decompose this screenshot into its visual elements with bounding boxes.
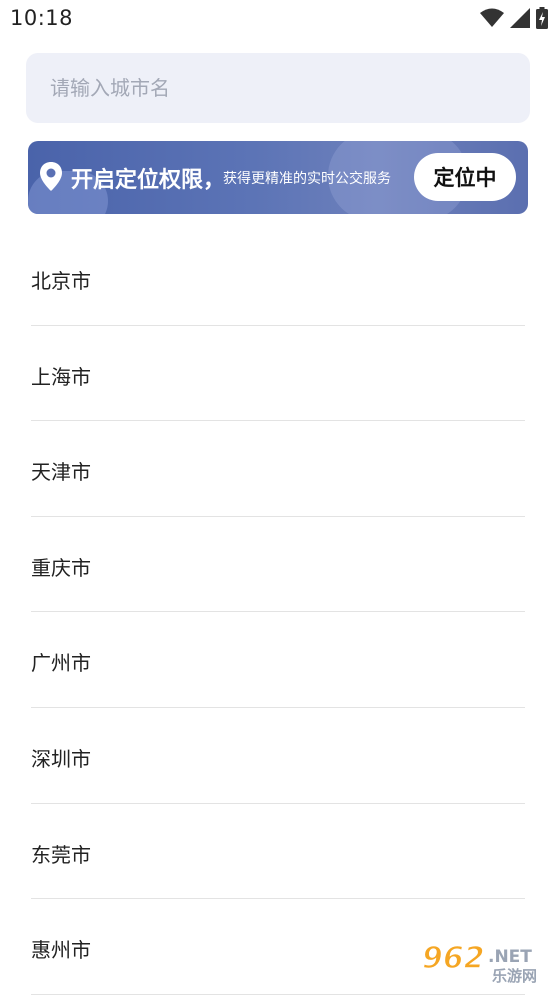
city-name: 天津市 <box>31 460 91 485</box>
signal-icon <box>510 8 530 28</box>
city-name: 广州市 <box>31 651 91 676</box>
watermark-cn: 乐游网 <box>492 967 537 984</box>
city-search-input[interactable] <box>26 53 530 123</box>
city-name: 深圳市 <box>31 746 91 771</box>
watermark-suffix: .NET <box>488 947 532 967</box>
city-list-item[interactable]: 上海市 <box>0 326 556 422</box>
status-icons <box>480 7 548 29</box>
city-list-item[interactable]: 北京市 <box>0 230 556 326</box>
wifi-icon <box>480 8 504 27</box>
city-name: 重庆市 <box>31 555 91 580</box>
status-bar: 10:18 <box>0 0 556 40</box>
city-name: 北京市 <box>31 269 91 293</box>
city-name: 惠州市 <box>31 938 91 963</box>
locate-button[interactable]: 定位中 <box>414 153 516 201</box>
city-name: 上海市 <box>31 364 91 389</box>
location-pin-icon <box>40 162 62 191</box>
banner-subtitle: 获得更精准的实时公交服务 <box>223 171 391 187</box>
city-list-item[interactable]: 重庆市 <box>0 517 556 613</box>
city-list-item[interactable]: 东莞市 <box>0 804 556 900</box>
battery-charging-icon <box>536 7 548 29</box>
city-list-item[interactable]: 天津市 <box>0 421 556 517</box>
status-time: 10:18 <box>10 6 74 30</box>
watermark-logo: 962 .NET 乐游网 <box>421 940 537 984</box>
location-permission-banner[interactable]: 开启定位权限， 获得更精准的实时公交服务 定位中 <box>28 141 528 214</box>
city-name: 东莞市 <box>31 842 91 867</box>
banner-title: 开启定位权限， <box>71 168 226 193</box>
city-list-item[interactable]: 广州市 <box>0 612 556 708</box>
watermark-number: 962 <box>422 941 485 976</box>
city-list-item[interactable]: 深圳市 <box>0 708 556 804</box>
city-list: 北京市 上海市 天津市 重庆市 广州市 深圳市 东莞市 惠州市 <box>0 230 556 995</box>
